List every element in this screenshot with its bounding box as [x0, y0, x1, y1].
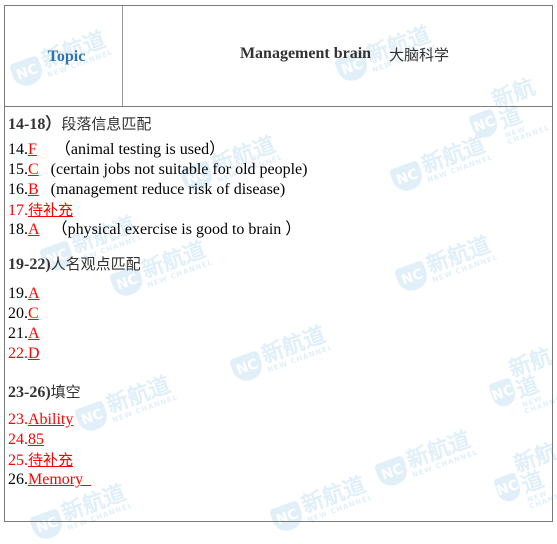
- answer-row: 15.C (certain jobs not suitable for old p…: [8, 160, 552, 180]
- answer-row: 17.待补充: [8, 200, 552, 220]
- answer-value: Memory: [28, 471, 92, 488]
- question-number: 15.: [8, 161, 28, 178]
- title-cell: Management brain 大脑科学: [123, 6, 552, 106]
- answer-note: （physical exercise is good to brain ）: [51, 221, 302, 238]
- section-heading: 14-18）段落信息匹配: [8, 114, 552, 134]
- answer-value: A: [28, 325, 40, 342]
- answer-value: F: [28, 141, 37, 158]
- section-range: 19-22): [8, 256, 51, 273]
- question-number: 14.: [8, 141, 28, 158]
- question-number: 24.: [8, 431, 28, 448]
- question-number: 16.: [8, 181, 28, 198]
- answer-value: Ability: [28, 411, 74, 428]
- answer-note: (certain jobs not suitable for old peopl…: [50, 161, 308, 178]
- section-type: 填空: [50, 383, 81, 401]
- answer-value: D: [28, 345, 40, 362]
- answer-table: Topic Management brain 大脑科学 14-18）段落信息匹配…: [4, 5, 553, 522]
- question-number: 21.: [8, 325, 28, 342]
- answer-row: 19.A: [8, 284, 552, 304]
- answer-value: 85: [28, 431, 44, 448]
- answer-row: 23.Ability: [8, 410, 552, 430]
- answer-value: B: [28, 181, 39, 198]
- title-chinese: 大脑科学: [389, 45, 450, 64]
- answer-row: 18.A （physical exercise is good to brain …: [8, 220, 552, 240]
- answers-cell: 14-18）段落信息匹配 14.F （animal testing is used…: [5, 107, 552, 490]
- answer-note: (management reduce risk of disease): [50, 181, 286, 198]
- question-number: 22.: [8, 345, 28, 362]
- topic-cell: Topic: [5, 6, 123, 106]
- answer-row: 21.A: [8, 324, 552, 344]
- answer-row: 22.D: [8, 344, 552, 364]
- answer-note: （animal testing is used）: [54, 141, 226, 158]
- section-type: 段落信息匹配: [61, 115, 152, 133]
- answer-value: C: [28, 305, 39, 322]
- answer-value: 待补充: [28, 451, 74, 469]
- answer-row: 25.待补充: [8, 450, 552, 470]
- topic-label: Topic: [47, 48, 86, 65]
- title-english: Management brain: [239, 45, 372, 62]
- answer-value: 待补充: [28, 201, 74, 219]
- section-range: 14-18）: [8, 116, 62, 133]
- question-number: 25.: [8, 452, 28, 469]
- answer-row: 20.C: [8, 304, 552, 324]
- section-type: 人名观点匹配: [50, 255, 141, 273]
- section-heading: 19-22)人名观点匹配: [8, 254, 552, 274]
- question-number: 23.: [8, 411, 28, 428]
- question-number: 19.: [8, 285, 28, 302]
- section-range: 23-26): [8, 384, 51, 401]
- answer-value: C: [28, 161, 39, 178]
- question-number: 18.: [8, 221, 28, 238]
- section-heading: 23-26)填空: [8, 382, 552, 402]
- answer-row: 14.F （animal testing is used）: [8, 140, 552, 160]
- answer-value: A: [28, 221, 40, 238]
- answer-row: 16.B (management reduce risk of disease): [8, 180, 552, 200]
- answer-value: A: [28, 285, 40, 302]
- question-number: 20.: [8, 305, 28, 322]
- table-header-row: Topic Management brain 大脑科学: [5, 6, 552, 107]
- question-number: 26.: [8, 471, 28, 488]
- answer-row: 24.85: [8, 430, 552, 450]
- answer-row: 26.Memory: [8, 470, 552, 490]
- question-number: 17.: [8, 202, 28, 219]
